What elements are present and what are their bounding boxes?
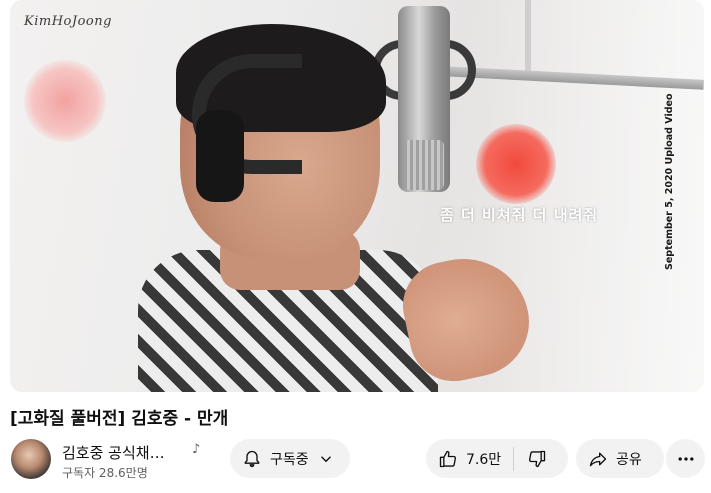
channel-name[interactable]: 김호중 공식채… [62,442,165,463]
headphones-cup [196,110,244,202]
bell-icon [242,449,262,469]
share-button[interactable]: 공유 [576,439,664,478]
lyric-overlay: 좀 더 비쳐줘 더 내려줘 [440,206,599,224]
dislike-button[interactable] [514,439,560,478]
share-icon [588,449,608,469]
like-dislike-group: 7.6만 [426,439,568,478]
video-title: [고화질 풀버전] 김호중 - 만개 [10,409,229,429]
thumbs-down-icon [527,449,547,469]
mic-stand-pole [525,0,531,80]
video-player[interactable]: KimHoJoong 좀 더 비쳐줘 더 내려줘 September 5, 20… [10,0,704,392]
more-horizontal-icon [676,449,696,469]
bokeh-light-left [24,60,106,142]
subscribed-button[interactable]: 구독중 [230,439,350,478]
channel-watermark: KimHoJoong [24,14,112,29]
subscribed-label: 구독중 [270,451,309,468]
upload-date-caption: September 5, 2020 Upload Video [664,93,675,270]
chevron-down-icon [317,450,335,468]
thumbs-up-icon [438,449,458,469]
channel-avatar[interactable] [11,439,51,479]
microphone-grill [404,140,444,190]
like-button[interactable]: 7.6만 [426,439,513,478]
like-count: 7.6만 [466,451,502,468]
bokeh-light-right [476,124,556,204]
music-note-icon: ♪ [192,442,201,457]
share-label: 공유 [616,451,642,468]
subscriber-count: 구독자 28.6만명 [62,466,148,480]
more-actions-button[interactable] [666,439,705,478]
